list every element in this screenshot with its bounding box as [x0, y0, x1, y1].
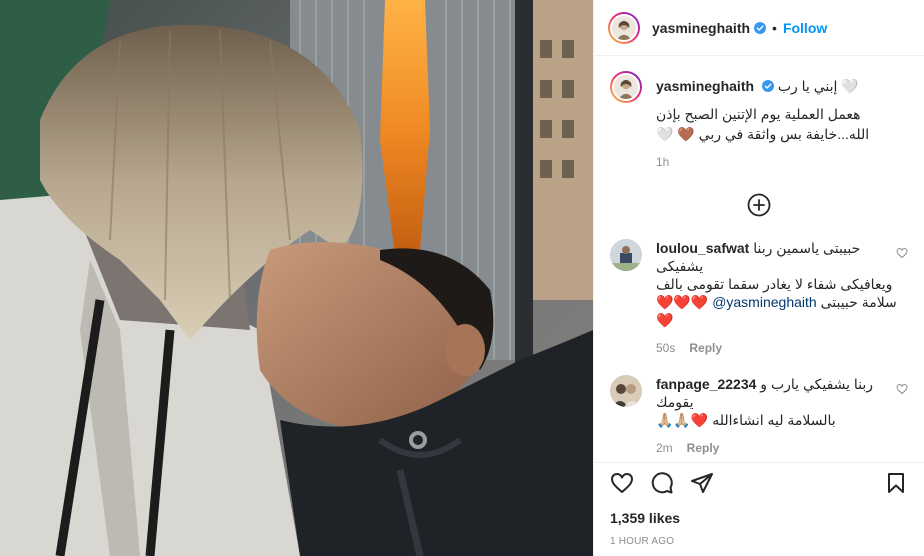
caption-line-3: الله...خايفة بس واثقة في ربي: [698, 126, 870, 142]
commenter-username[interactable]: fanpage_22234: [656, 376, 756, 392]
caption-body: yasmineghaith إبني يا رب 🤍 هعمل العملية …: [656, 71, 906, 171]
comment-like-heart-icon[interactable]: [896, 383, 908, 395]
commenter-avatar[interactable]: [610, 239, 642, 271]
post-photo[interactable]: [0, 0, 593, 556]
heart-icon[interactable]: [610, 471, 634, 495]
commenter-username[interactable]: loulou_safwat: [656, 240, 749, 256]
comment-body: fanpage_22234 ربنا يشفيكي يارب و يقومك 🙏…: [656, 375, 906, 457]
comment-meta: 2m Reply: [656, 439, 906, 457]
author-username[interactable]: yasmineghaith: [652, 20, 750, 36]
follow-button[interactable]: Follow: [783, 20, 827, 36]
caption-line-1: إبني يا رب: [777, 78, 838, 94]
commenter-avatar[interactable]: [610, 375, 642, 407]
plus-circle-icon[interactable]: [747, 193, 771, 217]
emoji-group: 🙏🏼🙏🏼❤️: [656, 412, 709, 428]
comment-text-line-2: ويعافيكى شفاء لا يغادر سقما تقومى بالف: [656, 276, 893, 292]
comment-meta: 50s Reply: [656, 339, 906, 357]
caption-line-2: هعمل العملية يوم الإتنين الصبح بإذن: [656, 106, 861, 122]
red-hearts-emoji: ❤️❤️❤️: [656, 294, 709, 310]
comments-list: yasmineghaith إبني يا رب 🤍 هعمل العملية …: [594, 57, 924, 457]
comment-body: loulou_safwat حبيبتى ياسمين ربنا يشفيكى …: [656, 239, 906, 357]
post-side-panel: yasmineghaith • Follow yasmineghaith إبن…: [593, 0, 924, 556]
reply-button[interactable]: Reply: [687, 439, 720, 457]
comment-text-line-3: سلامة حبيبتى: [820, 294, 897, 310]
comment-icon[interactable]: [650, 471, 674, 495]
comment-timestamp[interactable]: 50s: [656, 339, 675, 357]
post-header: yasmineghaith • Follow: [594, 0, 924, 56]
share-icon[interactable]: [690, 471, 714, 495]
white-heart-emoji: 🤍: [841, 78, 859, 94]
author-avatar[interactable]: [608, 11, 640, 44]
caption-meta: 1h: [656, 153, 906, 171]
verified-badge-icon: [754, 21, 767, 34]
caption-timestamp[interactable]: 1h: [656, 153, 669, 171]
bookmark-icon[interactable]: [884, 471, 908, 495]
likes-count[interactable]: 1,359 likes: [610, 510, 680, 526]
white-heart-emoji: 🤍: [656, 126, 674, 142]
red-heart-emoji: ❤️: [656, 312, 674, 328]
comment-timestamp[interactable]: 2m: [656, 439, 673, 457]
post-timestamp[interactable]: 1 HOUR AGO: [610, 536, 674, 547]
comment-row: loulou_safwat حبيبتى ياسمين ربنا يشفيكى …: [610, 239, 908, 357]
reply-button[interactable]: Reply: [689, 339, 722, 357]
caption-username[interactable]: yasmineghaith: [656, 78, 754, 94]
verified-badge-icon: [761, 80, 774, 92]
brown-heart-emoji: 🤎: [677, 126, 695, 142]
comment-text-line-2: بالسلامة ليه انشاءالله: [712, 412, 836, 428]
separator-dot: •: [772, 19, 777, 36]
action-bar: [594, 462, 924, 502]
comment-like-heart-icon[interactable]: [896, 247, 908, 259]
caption-row: yasmineghaith إبني يا رب 🤍 هعمل العملية …: [610, 71, 908, 171]
mention-link[interactable]: @yasmineghaith: [712, 294, 817, 310]
comment-row: fanpage_22234 ربنا يشفيكي يارب و يقومك 🙏…: [610, 375, 908, 457]
load-more-comments: [610, 193, 908, 217]
caption-author-avatar[interactable]: [610, 71, 642, 103]
